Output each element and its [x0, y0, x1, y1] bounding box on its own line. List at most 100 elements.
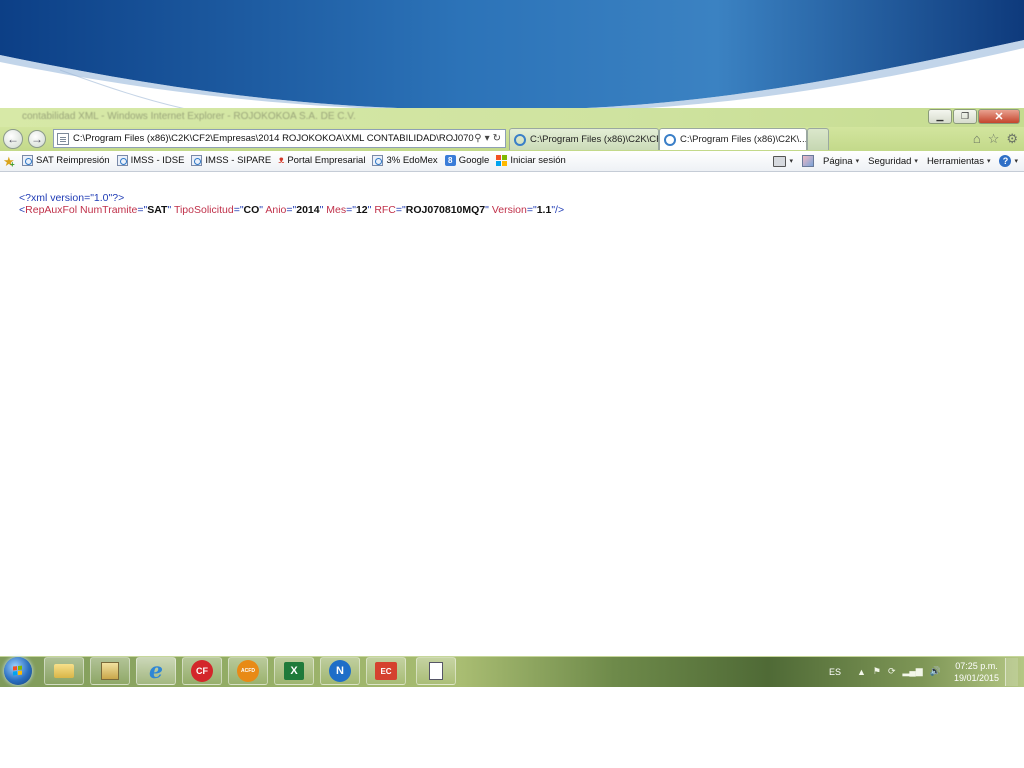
tab-2[interactable]: C:\Program Files (x86)\C2K\... ✕ [659, 128, 807, 150]
favorite-item[interactable]: 3% EdoMex [372, 155, 438, 166]
language-indicator[interactable]: ES [829, 667, 841, 677]
help-button[interactable]: ? ▾ [999, 155, 1018, 167]
taskbar: e CF ACFD X N EC ES ▲ ⚑ ⟳ ▂▄▆ 🔊 07:25 p.… [0, 656, 1024, 687]
clock-time: 07:25 p.m. [955, 660, 998, 671]
clock[interactable]: 07:25 p.m. 19/01/2015 [954, 660, 999, 684]
favorites-bar: ★ + SAT Reimpresión IMSS - IDSE IMSS - S… [0, 151, 1024, 172]
home-icon[interactable]: ⌂ [973, 131, 981, 147]
contpaq-cf-icon: CF [191, 660, 213, 682]
start-button[interactable] [4, 657, 32, 685]
favorites-star-icon[interactable]: ☆ [988, 131, 1000, 147]
ie-page-icon [372, 155, 384, 166]
windows-icon [496, 155, 508, 166]
favorite-item[interactable]: 8 Google [444, 155, 489, 166]
contpaq-acfd-icon: ACFD [237, 660, 259, 682]
xml-attribute-name: NumTramite [80, 204, 138, 216]
taskbar-app-internet-explorer[interactable]: e [136, 657, 176, 685]
back-button[interactable]: ← [3, 129, 23, 149]
favorite-item[interactable]: ᴥ Portal Empresarial [278, 155, 365, 166]
folder-icon [54, 664, 74, 678]
favorite-item[interactable]: IMSS - SIPARE [191, 155, 271, 166]
minimize-button[interactable]: ▁ [928, 109, 952, 124]
document-icon [429, 662, 443, 680]
navigation-bar: ← → C:\Program Files (x86)\C2K\CF2\Empre… [0, 127, 1024, 151]
network-signal-icon[interactable]: ▂▄▆ [903, 666, 923, 677]
printer-icon [773, 155, 787, 167]
page-content: <?xml version="1.0"?> <RepAuxFol NumTram… [0, 172, 1024, 684]
taskbar-app-nomipaq[interactable]: N [320, 657, 360, 685]
page-icon [57, 132, 69, 145]
taskbar-app-contpaq-acfd[interactable]: ACFD [228, 657, 268, 685]
taskbar-app-file-manager[interactable] [90, 657, 130, 685]
show-desktop-button[interactable] [1005, 657, 1018, 686]
xml-attribute-value: SAT [147, 204, 168, 216]
sync-icon[interactable]: ⟳ [888, 666, 896, 677]
refresh-icon[interactable]: ↻ [493, 133, 501, 144]
forward-button[interactable]: → [28, 130, 46, 148]
add-favorite-icon: + [10, 160, 15, 169]
ie-tab-icon [664, 133, 676, 146]
tools-menu[interactable]: Herramientas ▾ [927, 156, 991, 167]
wave-graphic [0, 0, 1024, 112]
read-mail-button[interactable] [802, 155, 814, 167]
xml-attribute-name: Version [491, 204, 527, 216]
print-button[interactable]: ▾ [773, 155, 793, 167]
xml-attribute-name: Mes [326, 204, 347, 216]
taskbar-app-adobe-reader[interactable]: EC [366, 657, 406, 685]
windows-logo-icon [13, 665, 23, 676]
address-bar[interactable]: C:\Program Files (x86)\C2K\CF2\Empresas\… [53, 129, 506, 148]
address-tools: ⚲ ▾ ↻ [474, 133, 505, 144]
restore-button[interactable]: ❐ [953, 109, 977, 124]
arrow-right-icon: → [31, 132, 43, 146]
tab-label: C:\Program Files (x86)\C2K\... [680, 134, 807, 145]
ie-page-icon [116, 155, 128, 166]
mail-icon [802, 155, 814, 167]
page-menu[interactable]: Página ▾ [823, 156, 859, 167]
slide-header-wave [0, 0, 1024, 112]
xml-attribute-value: 12 [355, 204, 368, 216]
new-tab-button[interactable] [807, 128, 829, 150]
address-input[interactable]: C:\Program Files (x86)\C2K\CF2\Empresas\… [73, 133, 474, 144]
taskbar-app-explorer[interactable] [44, 657, 84, 685]
xml-element-line: <RepAuxFol NumTramite="SAT" TipoSolicitu… [19, 204, 565, 216]
xml-attribute-name: Anio [265, 204, 287, 216]
dropdown-icon[interactable]: ▾ [485, 133, 490, 144]
ie-page-icon [22, 155, 33, 166]
google-icon: 8 [444, 155, 456, 166]
xml-attribute-name: TipoSolicitud [173, 204, 234, 216]
internet-explorer-icon: e [149, 658, 163, 684]
ie-page-icon [191, 155, 203, 166]
xml-declaration: <?xml version="1.0"?> [19, 192, 125, 204]
volume-icon[interactable]: 🔊 [930, 666, 941, 677]
search-icon[interactable]: ⚲ [474, 133, 481, 144]
favorites-list: SAT Reimpresión IMSS - IDSE IMSS - SIPAR… [22, 155, 573, 166]
nomipaq-icon: N [329, 660, 351, 682]
close-button[interactable]: ✕ [978, 109, 1020, 124]
xml-attribute-name: RFC [374, 204, 396, 216]
favorite-item[interactable]: Iniciar sesión [496, 155, 566, 166]
favorite-item[interactable]: IMSS - IDSE [116, 155, 184, 166]
show-hidden-icons-icon[interactable]: ▲ [857, 667, 866, 677]
taskbar-app-excel[interactable]: X [274, 657, 314, 685]
security-menu[interactable]: Seguridad ▾ [868, 156, 918, 167]
file-cabinet-icon [101, 662, 119, 680]
tab-label: C:\Program Files (x86)\C2K\CF... [530, 134, 659, 145]
title-bar: contabilidad XML - Windows Internet Expl… [0, 108, 1024, 127]
taskbar-app-contpaq-cf[interactable]: CF [182, 657, 222, 685]
taskbar-app-document-viewer[interactable] [416, 657, 456, 685]
browser-right-icons: ⌂ ☆ ⚙ [973, 131, 1018, 147]
xml-attribute-value: 2014 [296, 204, 320, 216]
excel-icon: X [284, 662, 304, 680]
window-title: contabilidad XML - Windows Internet Expl… [22, 111, 356, 122]
window-controls: ▁ ❐ ✕ [927, 109, 1020, 124]
action-center-flag-icon[interactable]: ⚑ [873, 666, 881, 677]
xml-attribute-value: CO [243, 204, 260, 216]
favorite-item[interactable]: SAT Reimpresión [22, 155, 110, 166]
xml-attribute-value: 1.1 [536, 204, 552, 216]
gear-icon[interactable]: ⚙ [1006, 131, 1018, 147]
help-icon: ? [999, 155, 1012, 167]
tab-1[interactable]: C:\Program Files (x86)\C2K\CF... [509, 128, 659, 150]
system-tray: ES ▲ ⚑ ⟳ ▂▄▆ 🔊 07:25 p.m. 19/01/2015 [829, 656, 1018, 687]
xml-element-name: RepAuxFol [25, 204, 78, 216]
clock-date: 19/01/2015 [953, 672, 999, 683]
